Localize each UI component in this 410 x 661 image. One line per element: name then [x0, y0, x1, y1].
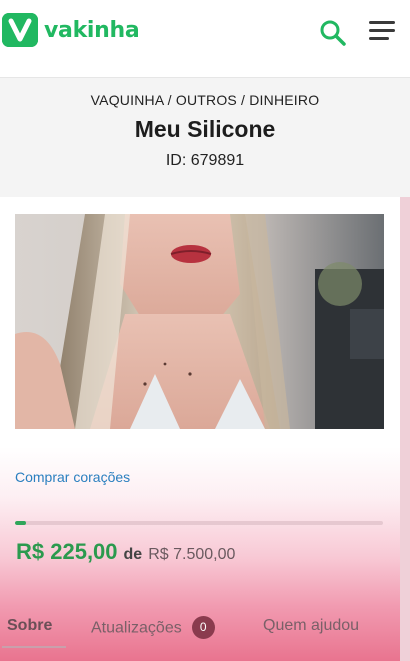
buy-hearts-link[interactable]: Comprar corações	[15, 469, 130, 485]
breadcrumb: VAQUINHA / OUTROS / DINHEIRO	[90, 92, 320, 108]
campaign-photo[interactable]	[15, 214, 384, 429]
progress-bar	[15, 521, 383, 525]
tab-label: Quem ajudou	[263, 617, 360, 634]
breadcrumb-item[interactable]: OUTROS	[176, 92, 237, 108]
hamburger-menu-icon	[369, 21, 395, 24]
campaign-title-block: VAQUINHA / OUTROS / DINHEIRO Meu Silicon…	[0, 79, 410, 197]
tab-atualizacoes[interactable]: Atualizações 0	[91, 616, 215, 640]
tab-label: Atualizações	[91, 619, 182, 637]
raised-amount: R$ 225,00	[16, 539, 118, 564]
breadcrumb-item[interactable]: DINHEIRO	[249, 92, 319, 108]
amount-connector: de	[123, 546, 143, 563]
goal-amount: R$ 7.500,00	[148, 546, 236, 563]
tab-label: Sobre	[7, 617, 53, 634]
search-icon	[320, 20, 346, 46]
breadcrumb-item[interactable]: VAQUINHA	[91, 92, 164, 108]
page-title: Meu Silicone	[134, 116, 276, 142]
campaign-card: Comprar corações R$ 225,00 de R$ 7.500,0…	[0, 197, 400, 661]
tab-quem-ajudou[interactable]: Quem ajudou	[263, 617, 359, 635]
page-edge	[400, 197, 410, 661]
logo-wordmark: vakinha	[44, 17, 140, 43]
top-header: vakinha	[0, 0, 410, 78]
campaign-tabs: Sobre Atualizações 0 Quem ajudou	[0, 609, 400, 649]
search-button[interactable]	[319, 19, 347, 47]
updates-count-badge: 0	[191, 616, 215, 639]
funding-amounts: R$ 225,00 de R$ 7.500,00	[16, 539, 235, 565]
logo-mark-icon	[2, 13, 38, 47]
menu-button[interactable]	[369, 21, 397, 43]
active-tab-underline	[2, 646, 66, 648]
tab-sobre[interactable]: Sobre	[7, 617, 52, 635]
vakinha-logo[interactable]: vakinha	[2, 13, 140, 47]
progress-bar-fill	[15, 521, 27, 525]
campaign-id: ID: 679891	[165, 152, 245, 169]
